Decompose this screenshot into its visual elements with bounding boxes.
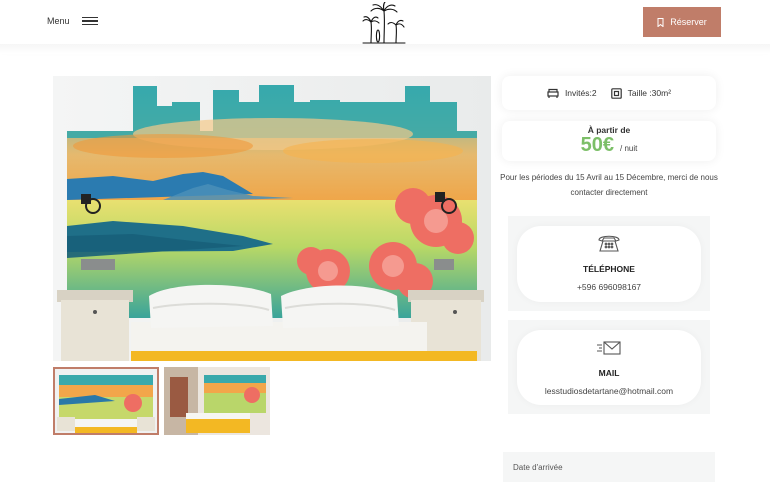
header-shadow [0,44,770,54]
palm-trees-logo[interactable] [359,2,409,44]
booking-form-box[interactable]: Date d'arrivée [503,452,715,482]
size-spec: Taille :30m² [610,87,672,99]
price-card: À partir de 50€ / nuit [502,121,716,161]
area-icon [610,87,622,99]
size-label: Taille :30m² [627,88,672,98]
arrival-date-label: Date d'arrivée [513,463,563,472]
phone-contact-card[interactable]: TÉLÉPHONE +596 696098167 [508,216,710,311]
price-amount: 50€ [580,134,615,156]
menu-label: Menu [47,16,70,26]
thumbnail-1[interactable] [53,367,159,435]
main-room-photo[interactable] [53,76,491,361]
reserve-label: Réserver [670,17,707,27]
price-note: Pour les périodes du 15 Avril au 15 Déce… [500,173,718,197]
menu-toggle[interactable]: Menu [47,16,98,26]
hamburger-icon [81,17,98,25]
telephone-icon [598,235,620,252]
guests-label: Invités:2 [564,88,597,98]
price-unit: / nuit [620,144,638,153]
mail-contact-card[interactable]: MAIL lesstudiosdetartane@hotmail.com [508,320,710,414]
mail-value[interactable]: lesstudiosdetartane@hotmail.com [517,386,701,396]
phone-value[interactable]: +596 696098167 [517,282,701,292]
site-header: Menu Réserver [0,0,770,44]
phone-title: TÉLÉPHONE [583,264,635,274]
thumbnail-2[interactable] [164,367,270,435]
mail-icon [597,341,621,355]
guests-spec: Invités:2 [547,88,597,99]
room-specs-card: Invités:2 Taille :30m² [502,76,716,110]
bed-icon [547,88,559,98]
reserve-button[interactable]: Réserver [643,7,721,37]
bookmark-icon [657,17,664,27]
mail-title: MAIL [598,368,620,378]
